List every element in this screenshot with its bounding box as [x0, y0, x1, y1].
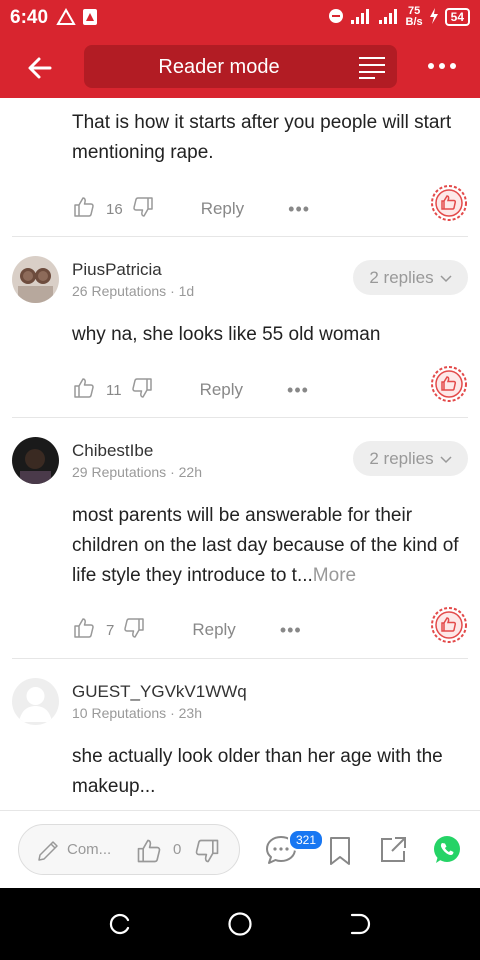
comment-more-button[interactable]: •••	[288, 199, 310, 220]
like-icon[interactable]	[135, 837, 163, 870]
more-options-button[interactable]	[426, 54, 458, 78]
like-icon[interactable]	[72, 195, 96, 223]
reader-list-icon	[357, 54, 387, 80]
more-link[interactable]: More	[313, 565, 356, 586]
comment-text: why na, she looks like 55 old woman	[72, 324, 381, 345]
divider	[12, 236, 468, 237]
system-navigation-bar	[0, 888, 480, 960]
comment-compose-box[interactable]: Com... 0	[18, 824, 240, 875]
like-stamp-icon[interactable]	[430, 184, 468, 222]
avatar[interactable]	[12, 678, 59, 725]
status-bar: 6:40 75 B/s 54	[0, 0, 480, 36]
compose-placeholder: Com...	[67, 841, 112, 858]
like-count: 7	[106, 621, 115, 639]
signal-icon-2	[378, 8, 400, 27]
reader-mode-toggle[interactable]: Reader mode	[84, 45, 397, 88]
avatar[interactable]	[12, 256, 59, 303]
dislike-icon[interactable]	[130, 376, 154, 404]
comment-text: most parents will be answerable for thei…	[72, 501, 464, 591]
whatsapp-icon[interactable]	[431, 834, 463, 871]
username[interactable]: GUEST_YGVkV1WWq	[72, 682, 247, 702]
chevron-down-icon	[440, 268, 452, 288]
replies-button[interactable]: 2 replies	[353, 441, 468, 476]
comment-more-button[interactable]: •••	[280, 620, 302, 641]
like-count: 11	[106, 381, 122, 399]
comment-actions: 16 Reply •••	[72, 196, 310, 222]
replies-label: 2 replies	[369, 267, 434, 287]
bottom-action-bar: Com... 0 321	[0, 810, 480, 888]
do-not-disturb-icon	[328, 8, 344, 27]
battery-indicator: 54	[444, 8, 470, 26]
back-arrow-icon	[28, 57, 52, 79]
reply-button[interactable]: Reply	[201, 199, 244, 219]
divider	[12, 658, 468, 659]
more-dots-icon	[428, 63, 456, 69]
comment-actions: 11 Reply •••	[72, 377, 309, 403]
reputation-meta: 26 Reputations · 1d	[72, 283, 195, 299]
home-icon[interactable]	[227, 911, 253, 942]
pencil-icon	[35, 838, 61, 869]
like-icon[interactable]	[72, 376, 96, 404]
like-stamp-icon[interactable]	[430, 365, 468, 403]
dislike-icon[interactable]	[122, 616, 146, 644]
reply-button[interactable]: Reply	[200, 380, 243, 400]
comment-body: most parents will be answerable for thei…	[72, 505, 459, 586]
warning-icon	[56, 7, 76, 31]
avatar[interactable]	[12, 437, 59, 484]
comments-list[interactable]: That is how it starts after you people w…	[0, 98, 480, 810]
username[interactable]: ChibestIbe	[72, 441, 153, 461]
network-speed: 75 B/s	[405, 5, 423, 28]
bookmark-icon[interactable]	[328, 836, 352, 871]
comment-actions: 7 Reply •••	[72, 617, 302, 643]
like-stamp-icon[interactable]	[430, 606, 468, 644]
reputation-meta: 29 Reputations · 22h	[72, 464, 202, 480]
like-count: 0	[173, 841, 182, 858]
replies-button[interactable]: 2 replies	[353, 260, 468, 295]
recents-icon[interactable]	[108, 912, 132, 941]
back-button[interactable]	[24, 52, 56, 84]
divider	[12, 417, 468, 418]
dislike-icon[interactable]	[131, 195, 155, 223]
signal-icon	[350, 8, 372, 27]
comment-text: That is how it starts after you people w…	[72, 112, 452, 163]
comment-more-button[interactable]: •••	[287, 380, 309, 401]
comment-text: she actually look older than her age wit…	[72, 746, 443, 797]
like-count: 16	[106, 200, 123, 218]
app-bar: Reader mode	[0, 36, 480, 98]
comment-count-badge: 321	[288, 829, 325, 851]
like-icon[interactable]	[72, 616, 96, 644]
reply-button[interactable]: Reply	[192, 620, 235, 640]
back-nav-icon[interactable]	[348, 912, 372, 941]
status-time: 6:40	[10, 7, 49, 28]
app-notification-icon	[82, 8, 98, 31]
reader-mode-title: Reader mode	[158, 56, 280, 78]
charging-icon	[429, 7, 439, 27]
reputation-meta: 10 Reputations · 23h	[72, 705, 202, 721]
username[interactable]: PiusPatricia	[72, 260, 162, 280]
chevron-down-icon	[440, 449, 452, 469]
dislike-icon[interactable]	[193, 837, 221, 870]
replies-label: 2 replies	[369, 448, 434, 468]
share-icon[interactable]	[378, 835, 408, 870]
